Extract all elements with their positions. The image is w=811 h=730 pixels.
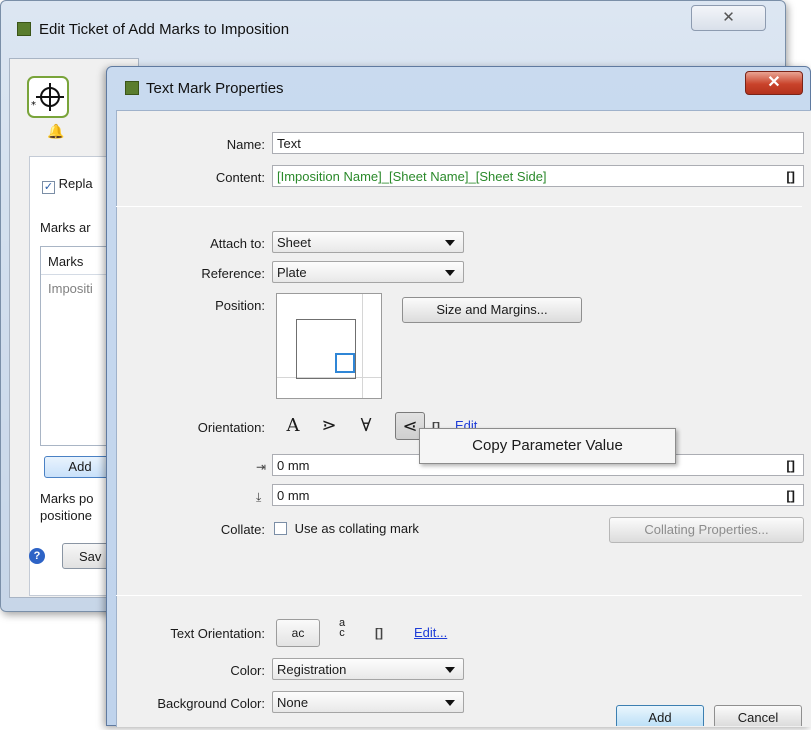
collating-properties-button[interactable]: Collating Properties...: [609, 517, 804, 543]
dialog-title: Text Mark Properties: [125, 80, 284, 97]
position-grid-line: [362, 294, 363, 398]
text-orientation-horizontal-button[interactable]: ac: [276, 619, 320, 647]
close-icon: ✕: [722, 9, 735, 26]
vertical-offset-field[interactable]: 0 mm []: [272, 484, 804, 506]
chevron-down-icon: [445, 240, 455, 246]
replace-checkbox[interactable]: ✓: [42, 181, 55, 194]
text-orientation-edit-link[interactable]: Edit...: [414, 625, 447, 640]
collate-checkbox[interactable]: [274, 522, 287, 535]
app-icon: [125, 81, 139, 95]
attach-select[interactable]: Sheet: [272, 231, 464, 253]
horizontal-offset-icon: ⇥: [256, 460, 267, 474]
position-label: Position:: [215, 298, 265, 313]
close-icon: ✕: [767, 74, 781, 91]
attach-label: Attach to:: [210, 236, 265, 251]
context-menu[interactable]: Copy Parameter Value: [419, 428, 676, 464]
position-marker[interactable]: [335, 353, 355, 373]
reference-label: Reference:: [201, 266, 265, 281]
text-orientation-vertical-button[interactable]: a c: [335, 618, 349, 639]
name-label: Name:: [226, 137, 265, 152]
orientation-right-icon[interactable]: ⋗: [314, 412, 344, 440]
orientation-label: Orientation:: [197, 420, 265, 435]
text-orientation-label: Text Orientation:: [170, 626, 265, 641]
divider: [116, 206, 802, 207]
content-label: Content:: [215, 170, 265, 185]
orientation-down-icon[interactable]: ∀: [351, 412, 381, 440]
cancel-button[interactable]: Cancel: [714, 705, 802, 726]
chevron-down-icon: [445, 667, 455, 673]
reference-select[interactable]: Plate: [272, 261, 464, 283]
content-parameter-icon[interactable]: []: [786, 169, 795, 184]
color-select[interactable]: Registration: [272, 658, 464, 680]
text-orientation-parameter-icon[interactable]: []: [375, 626, 383, 640]
add-button[interactable]: Add: [616, 705, 704, 726]
chevron-down-icon: [445, 270, 455, 276]
collate-option[interactable]: Use as collating mark: [274, 521, 419, 536]
name-field[interactable]: Text: [272, 132, 804, 154]
edit-ticket-title: Edit Ticket of Add Marks to Imposition: [17, 21, 289, 38]
offset-x-parameter-icon[interactable]: []: [786, 458, 795, 473]
marks-section-label: Marks ar: [40, 220, 91, 235]
background-color-label: Background Color:: [157, 696, 265, 711]
chevron-down-icon: [445, 700, 455, 706]
bell-icon[interactable]: 🔔: [47, 123, 64, 140]
size-margins-button[interactable]: Size and Margins...: [402, 297, 582, 323]
help-icon[interactable]: ?: [29, 548, 45, 564]
collate-label: Collate:: [220, 522, 265, 537]
background-color-select[interactable]: None: [272, 691, 464, 713]
divider: [116, 595, 802, 596]
marks-note: Marks po positione: [40, 491, 94, 523]
color-label: Color:: [230, 663, 265, 678]
position-picker[interactable]: [276, 293, 382, 399]
copy-parameter-value-item[interactable]: Copy Parameter Value: [472, 437, 623, 454]
app-icon: [17, 22, 31, 36]
crosshair-icon[interactable]: *: [27, 76, 69, 118]
vertical-offset-icon: ⤓: [256, 490, 262, 504]
dialog-close-button[interactable]: ✕: [745, 71, 803, 95]
svg-text:*: *: [31, 100, 36, 111]
orientation-up-icon[interactable]: A: [278, 412, 308, 440]
offset-y-parameter-icon[interactable]: []: [786, 488, 795, 503]
content-field[interactable]: [Imposition Name]_[Sheet Name]_[Sheet Si…: [272, 165, 804, 187]
close-button[interactable]: ✕: [691, 5, 766, 31]
